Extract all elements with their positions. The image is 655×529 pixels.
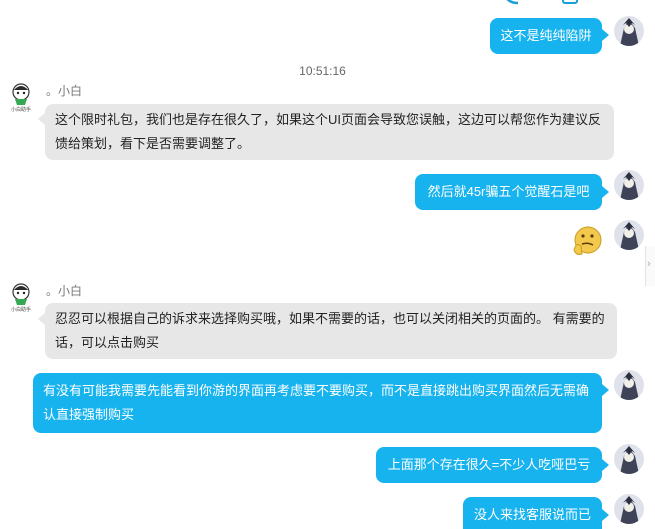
- message-text: 没人来找客服说而已: [473, 507, 591, 522]
- user-avatar[interactable]: [614, 170, 644, 200]
- share-icon: [562, 0, 578, 4]
- message-text-line: 这个限时礼包，我们也是存在很久了，如果这个UI页面会导致您误触，这边可以帮您作为…: [55, 112, 602, 127]
- bubble-tail: [38, 313, 45, 325]
- bubble-tail: [602, 384, 609, 396]
- user-avatar[interactable]: [614, 494, 644, 524]
- message-text-line: 认直接强制购买: [43, 407, 135, 422]
- message-bubble-incoming[interactable]: 忍忍可以根据自己的诉求来选择购买哦，如果不需要的话，也可以关闭相关的页面的。 有…: [45, 303, 617, 359]
- message-text-line: 有没有可能我需要先能看到你游的界面再考虑要不要购买，而不是直接跳出购买界面然后无…: [43, 383, 590, 398]
- message-text-line: 忍忍可以根据自己的诉求来选择购买哦，如果不需要的话，也可以关闭相关的页面的。 有…: [55, 311, 605, 326]
- message-text: 这不是纯纯陷阱: [500, 28, 592, 43]
- bubble-tail: [602, 459, 609, 471]
- user-avatar[interactable]: [614, 220, 644, 250]
- message-text: 然后就45r骗五个觉醒石是吧: [427, 184, 590, 199]
- message-bubble-outgoing[interactable]: 然后就45r骗五个觉醒石是吧: [415, 174, 602, 210]
- agent-avatar[interactable]: 小白助手: [6, 282, 36, 316]
- user-avatar[interactable]: [614, 444, 644, 474]
- phone-icon: [506, 0, 519, 5]
- bubble-tail: [602, 509, 609, 521]
- message-text-line: 馈给策划，看下是否需要调整了。: [55, 136, 251, 151]
- message-text: 上面那个存在很久=不少人吃哑巴亏: [387, 457, 591, 472]
- agent-avatar[interactable]: 小白助手: [6, 82, 36, 116]
- agent-name: 。小白: [46, 284, 83, 298]
- user-avatar[interactable]: [614, 370, 644, 400]
- chevron-right-icon: ›: [647, 258, 651, 270]
- toolbar-icons-partial: [500, 0, 580, 6]
- agent-name: 。小白: [46, 84, 83, 98]
- message-text-line: 话，可以点击购买: [55, 335, 160, 350]
- message-bubble-outgoing[interactable]: 有没有可能我需要先能看到你游的界面再考虑要不要购买，而不是直接跳出购买界面然后无…: [33, 373, 602, 433]
- agent-avatar-caption: 小白助手: [10, 107, 31, 113]
- message-bubble-outgoing[interactable]: 上面那个存在很久=不少人吃哑巴亏: [376, 447, 602, 483]
- thinking-emoji-sticker[interactable]: [570, 224, 604, 258]
- message-bubble-outgoing[interactable]: 这不是纯纯陷阱: [490, 18, 602, 54]
- message-bubble-outgoing[interactable]: 没人来找客服说而已: [463, 497, 602, 529]
- message-timestamp: 10:51:16: [299, 64, 346, 78]
- agent-avatar-caption: 小白助手: [10, 307, 31, 313]
- chat-history: 这不是纯纯陷阱 10:51:16 小白助手 。小白 这个限时礼包，我们也是存在很…: [0, 0, 645, 529]
- bubble-tail: [38, 113, 45, 125]
- bubble-tail: [602, 29, 609, 41]
- user-avatar[interactable]: [614, 16, 644, 46]
- message-bubble-incoming[interactable]: 这个限时礼包，我们也是存在很久了，如果这个UI页面会导致您误触，这边可以帮您作为…: [45, 104, 614, 160]
- side-panel-toggle[interactable]: ›: [645, 246, 655, 286]
- bubble-tail: [602, 186, 609, 198]
